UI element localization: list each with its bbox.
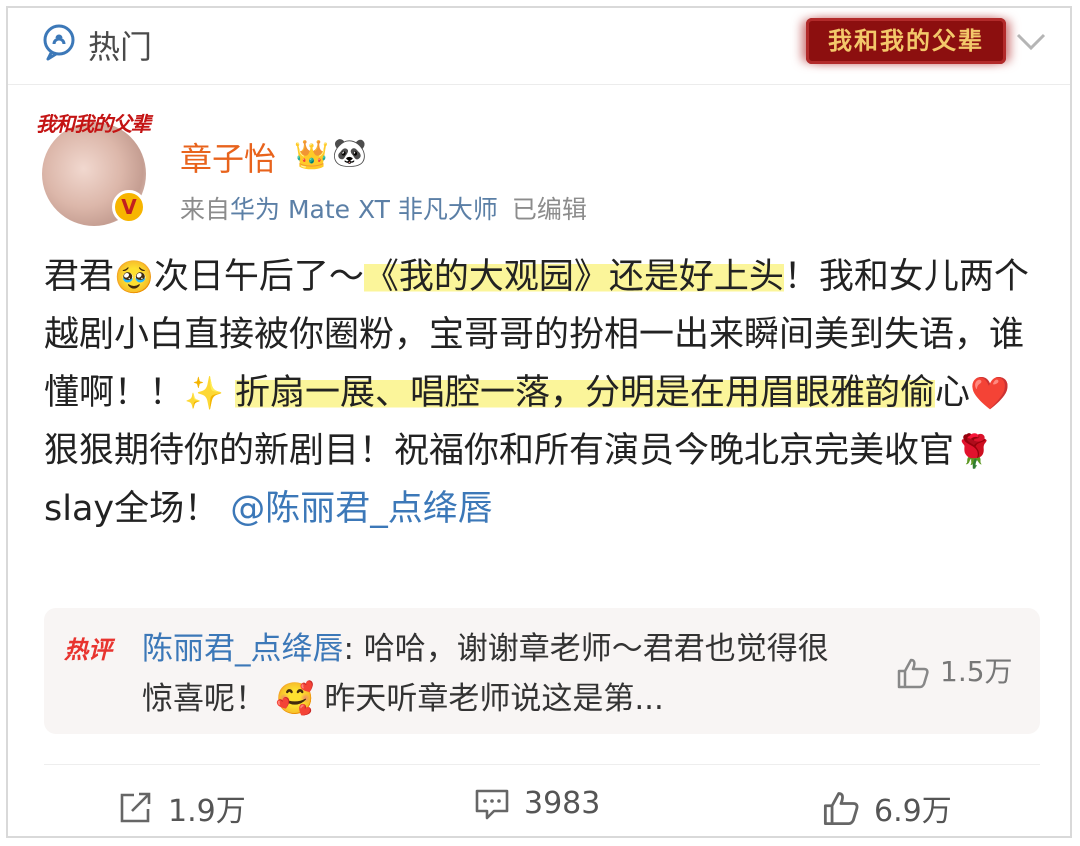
post-text-segment: 次日午后了～: [153, 257, 364, 297]
comment-icon: [475, 789, 509, 819]
hot-topic-icon: [43, 24, 75, 61]
campaign-banner[interactable]: 我和我的父辈: [806, 18, 1006, 64]
repost-count: 1.9万: [168, 794, 246, 829]
comment-text-segment: 昨天听章老师说这是第...: [324, 681, 664, 717]
banner-text: 我和我的父辈: [828, 26, 984, 55]
hot-comment-box[interactable]: 热评 陈丽君_点绛唇: 哈哈，谢谢章老师～君君也觉得很惊喜呢！ 🥰 昨天听章老师…: [44, 608, 1040, 734]
panda-icon: 🐼: [332, 136, 367, 169]
divider: [44, 764, 1040, 765]
sparkles-emoji-icon: ✨: [184, 374, 224, 412]
avatar-caption: 我和我的父辈: [36, 112, 151, 136]
source-prefix: 来自: [180, 195, 231, 224]
comment-button[interactable]: 3983: [474, 786, 600, 821]
post-text: 君君🥹次日午后了～《我的大观园》还是好上头！我和女儿两个越剧小白直接被你圈粉，宝…: [44, 248, 1034, 538]
thumbs-up-icon: [897, 658, 929, 689]
weibo-post-card: 热门 我和我的父辈 我和我的父辈 V 章子怡 👑 🐼 来自华为 Mate XT …: [6, 6, 1072, 838]
chevron-down-icon[interactable]: [1014, 28, 1048, 54]
comment-author[interactable]: 陈丽君_点绛唇: [142, 631, 344, 667]
post-meta: 来自华为 Mate XT 非凡大师 已编辑: [180, 190, 587, 226]
post-text-segment: slay全场！: [44, 489, 220, 529]
edited-label: 已编辑: [511, 195, 587, 224]
top-bar: 热门 我和我的父辈: [8, 8, 1070, 85]
post-text-segment: 狠狠期待你的新剧目！祝福你和所有演员今晚北京完美收官: [44, 431, 955, 471]
highlighted-text: 折扇一展、唱腔一落，分明是在用眉眼雅韵偷: [235, 373, 936, 413]
pleading-face-emoji-icon: 🥹: [114, 258, 154, 296]
post-text-segment: 心: [935, 373, 971, 413]
comment-like-button[interactable]: 1.5万: [896, 650, 1013, 690]
verified-badge-icon: V: [112, 190, 146, 224]
crown-icon: 👑: [294, 138, 329, 171]
hot-comment-text: 陈丽君_点绛唇: 哈哈，谢谢章老师～君君也觉得很惊喜呢！ 🥰 昨天听章老师说这是…: [142, 624, 842, 724]
thumbs-up-icon: [823, 792, 859, 826]
heart-emoji-icon: ❤️: [970, 374, 1010, 412]
like-button[interactable]: 6.9万: [822, 786, 952, 830]
hot-comment-tag: 热评: [64, 635, 112, 664]
smiling-emoji-icon: 🥰: [275, 681, 315, 717]
mention-link[interactable]: @陈丽君_点绛唇: [230, 489, 493, 529]
repost-button[interactable]: 1.9万: [118, 786, 246, 830]
rose-emoji-icon: 🌹: [954, 432, 994, 470]
section-label[interactable]: 热门: [88, 22, 152, 68]
post-text-segment: 君君: [44, 257, 115, 297]
like-count: 6.9万: [874, 794, 952, 829]
comment-like-count: 1.5万: [940, 655, 1013, 688]
highlighted-text: 《我的大观园》还是好上头: [363, 257, 784, 297]
comment-count: 3983: [524, 786, 601, 821]
repost-icon: [120, 792, 151, 823]
author-name[interactable]: 章子怡: [180, 134, 276, 180]
device-name[interactable]: 华为 Mate XT 非凡大师: [230, 195, 498, 224]
